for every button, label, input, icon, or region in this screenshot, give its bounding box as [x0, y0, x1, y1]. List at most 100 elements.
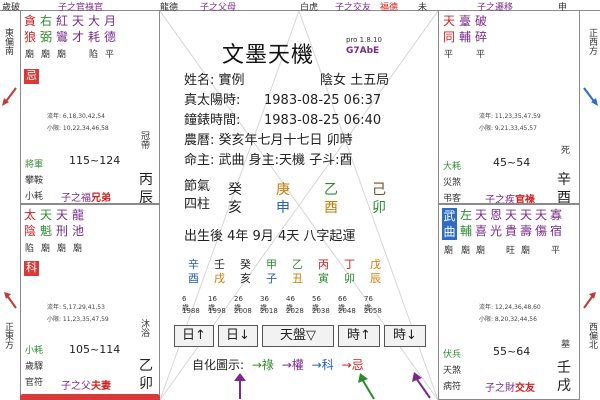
- star-de: 德: [104, 30, 117, 44]
- level-5: 廟: [521, 246, 531, 256]
- star-tian-2: 天: [505, 208, 518, 222]
- chart-mode-dropdown[interactable]: 天盤▽: [262, 325, 334, 347]
- solar-time-label: 真太陽時:: [184, 93, 241, 108]
- palace-cell-right-top[interactable]: 天 臺 破 同 輔 碎 平 平 流年: 11,23,35,47,59 小限: 9…: [438, 11, 580, 204]
- status-label: 冠帶: [139, 131, 149, 149]
- stem: 丙: [139, 172, 153, 188]
- luck-stem-6: 丙: [318, 258, 329, 271]
- arrow-left-bottom-icon: [4, 292, 17, 309]
- palace-main: 官祿: [515, 195, 535, 204]
- luck-stem-2: 壬: [214, 258, 225, 271]
- level-5: 平: [105, 50, 115, 60]
- palace-cell-left-mid[interactable]: 太 天 天 龍 陰 魁 刑 池 陷 廟 廟 廟 科 流年: 5,17,29,41…: [20, 204, 160, 400]
- star-sui: 碎: [475, 30, 488, 44]
- star-hao: 耗: [88, 30, 101, 44]
- god-3: 官符: [25, 378, 44, 388]
- level-1: 廟: [444, 246, 454, 256]
- legend-label: 自化圖示:: [192, 358, 245, 372]
- age-range: 105~114: [69, 343, 121, 356]
- age-range: 55~64: [493, 345, 531, 358]
- star-tian-2: 天: [56, 208, 69, 222]
- palace-cell-left-top[interactable]: 貪 右 紅 天 大 月 狼 弼 鸞 才 耗 德 廟 廟 廟 陷 平 忌 流年: …: [20, 11, 160, 204]
- luck-year-3: 2008: [234, 307, 252, 315]
- year-line-2: 小限: 10,22,34,46,58: [47, 125, 109, 132]
- luck-branch-6: 寅: [318, 272, 329, 285]
- luck-year-7: 2048: [338, 307, 356, 315]
- clock-time-value: 1983-08-25 06:40: [264, 113, 382, 128]
- star-chi: 池: [72, 224, 85, 238]
- star-wu: 武: [443, 209, 456, 223]
- star-yin: 陰: [24, 224, 37, 238]
- luck-year-6: 2038: [312, 307, 330, 315]
- luck-stem-4: 甲: [266, 258, 277, 271]
- hour-up-button[interactable]: 時↑: [338, 325, 380, 347]
- star-tian-1: 天: [475, 208, 488, 222]
- palace-prefix: 子之財: [485, 383, 515, 394]
- year-line-1: 流年: 12,24,36,48,60: [479, 304, 541, 311]
- god-2: 災煞: [443, 178, 462, 188]
- level-2: 廟: [41, 50, 51, 60]
- level-2: 廟: [461, 246, 471, 256]
- god-2: 天煞: [443, 366, 462, 376]
- arrow-bottom-right-icon: [412, 372, 431, 399]
- stem: 乙: [139, 358, 153, 374]
- luck-branch-2: 戌: [214, 272, 225, 285]
- star-tai: 太: [24, 208, 37, 222]
- day-up-button[interactable]: 日↑: [174, 325, 214, 347]
- palace-cell-right-mid[interactable]: 武 曲 左 天 恩 天 天 天 寡 輔 喜 光 貴 壽 傷 宿 廟 廟 廟 旺 …: [438, 204, 580, 400]
- arrow-bottom-green-icon: [358, 373, 375, 400]
- age-range: 115~124: [69, 154, 121, 167]
- hour-down-button[interactable]: 時↓: [384, 325, 426, 347]
- lunar-date: 農曆: 癸亥年七月十七日 卯時: [184, 133, 353, 148]
- luck-year-8: 2058: [364, 307, 382, 315]
- level-1: 平: [444, 50, 454, 60]
- solar-time-value: 1983-08-25 06:37: [264, 93, 382, 108]
- year-line-1: 流年: 11,23,35,47,59: [479, 113, 541, 120]
- center-panel: 文墨天機 pro 1.8.10 G7AbE 姓名: 實例 陰女 土五局 真太陽時…: [160, 11, 438, 400]
- luck-year-2: 1998: [208, 307, 226, 315]
- legend-ji: →忌: [341, 358, 364, 372]
- top-left-a: 歲破: [2, 3, 21, 13]
- day-down-button[interactable]: 日↓: [218, 325, 258, 347]
- arrow-right-top-icon: [583, 87, 598, 106]
- god-3: 弔客: [443, 194, 462, 204]
- star-long: 龍: [72, 208, 85, 222]
- branch: 辰: [139, 190, 153, 204]
- top-strip: 歲破 子之官祿官 龍德 子之父母 白虎 子之交友 福德 未 子之遷移 申: [0, 0, 600, 13]
- branch: 戌: [557, 378, 571, 394]
- status-label: 沐浴: [139, 319, 149, 337]
- badge-ji: 忌: [24, 69, 39, 84]
- branch: 卯: [139, 376, 153, 392]
- palace-label: 子之財交友: [485, 379, 535, 394]
- arrow-right-bottom-icon: [583, 292, 596, 309]
- god-3: 小耗: [25, 192, 44, 202]
- name-line: 姓名: 實例: [184, 73, 245, 88]
- star-tian-4: 天: [535, 208, 548, 222]
- palace-label: 子之疾官祿: [485, 191, 535, 204]
- luck-stem-8: 戊: [370, 258, 381, 271]
- palace-label: 子之父夫妻: [61, 377, 111, 392]
- legend-lu: →祿: [251, 358, 274, 372]
- direction-label-left-bottom: 正東方: [3, 322, 13, 349]
- luck-start: 出生後 4年 9月 4天 八字起運: [184, 229, 356, 244]
- star-bi: 弼: [40, 30, 53, 44]
- star-gua: 寡: [550, 208, 563, 222]
- god-1: 小耗: [25, 346, 44, 356]
- badge-ke: 科: [24, 261, 39, 276]
- level-4: 旺: [506, 246, 516, 256]
- status-label: 死: [561, 146, 571, 156]
- palace-label: 子之福兄弟: [61, 189, 111, 203]
- year-line-2: 小限: 8,20,32,44,56: [479, 316, 537, 323]
- direction-label-right-bottom: 西偏北: [587, 322, 597, 349]
- pillar-hour-stem: 己: [372, 182, 386, 198]
- level-6: 平: [551, 246, 561, 256]
- star-tian: 天: [72, 14, 85, 28]
- palace-main: 夫妻: [91, 381, 111, 392]
- luck-branch-8: 辰: [370, 272, 381, 285]
- level-1: 陷: [25, 244, 35, 254]
- year-line-1: 流年: 5,17,29,41,53: [47, 304, 105, 311]
- star-you: 右: [40, 14, 53, 28]
- star-tan: 貪: [24, 14, 37, 28]
- level-2: 平: [476, 50, 486, 60]
- clock-time-label: 鐘錶時間:: [184, 113, 241, 128]
